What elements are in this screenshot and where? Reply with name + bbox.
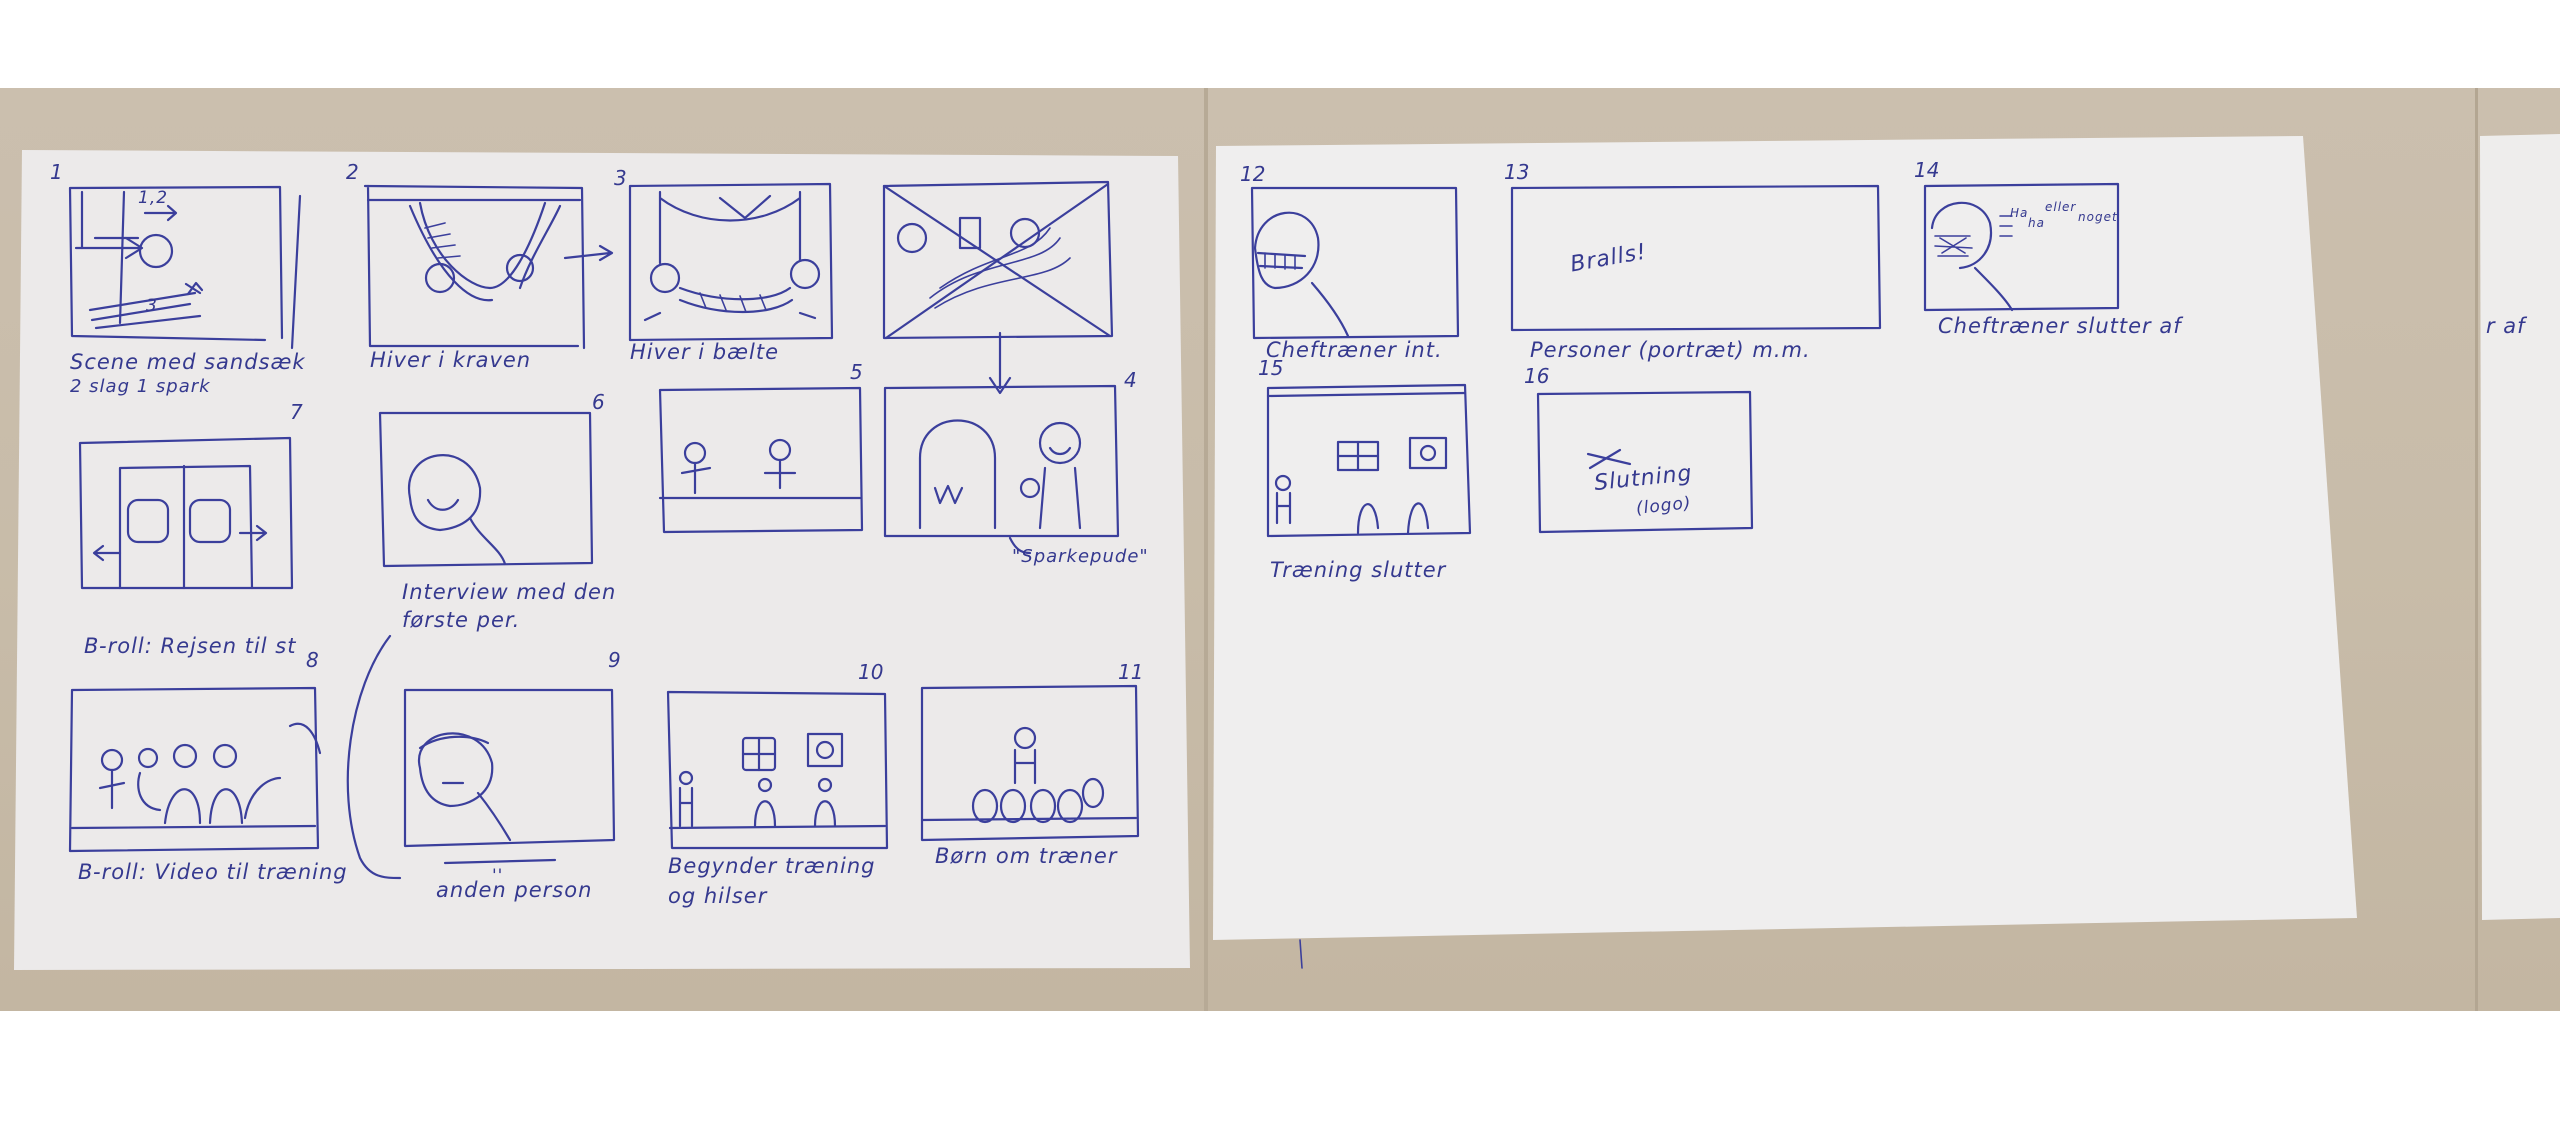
panel-14-inside-text: eller	[2045, 200, 2077, 214]
storyboard-sheets-drawing	[14, 134, 2560, 970]
panel-1-mark: 1,2	[138, 188, 169, 208]
panel-14-inside-text: noget	[2078, 210, 2118, 224]
panel-14-inside-text: ha	[2028, 216, 2045, 230]
panel-number: 5	[850, 360, 863, 384]
panel-number: 7	[290, 400, 303, 424]
panel-number: 14	[1914, 158, 1940, 182]
panel-caption: B-roll: Video til træning	[78, 860, 348, 884]
panel-number: 1	[50, 160, 63, 184]
sheet-seam	[1204, 88, 1208, 1011]
panel-caption: anden person	[436, 878, 593, 902]
panel-caption: Personer (portræt) m.m.	[1530, 338, 1811, 362]
panel-number: 3	[614, 166, 627, 190]
panel-caption: "Sparkepude"	[1012, 546, 1149, 567]
panel-caption: Børn om træner	[935, 844, 1118, 868]
panel-1-mark: 3	[146, 296, 158, 316]
panel-number: 13	[1504, 160, 1530, 184]
right-paper-sheet	[1213, 136, 2357, 940]
panel-caption: Hiver i bælte	[630, 340, 780, 364]
panel-caption: Cheftræner int.	[1266, 338, 1443, 362]
panel-number: 12	[1240, 162, 1266, 186]
panel-caption: B-roll: Rejsen til st	[84, 634, 297, 658]
panel-14-inside-text: Ha	[2010, 206, 2029, 220]
panel-number: 6	[592, 390, 605, 414]
panel-caption: Cheftræner slutter af	[1938, 314, 2182, 338]
panel-number: 4	[1124, 368, 1137, 392]
cut-off-caption: r af	[2486, 314, 2526, 338]
panel-number: 2	[346, 160, 359, 184]
panel-caption: Træning slutter	[1270, 558, 1447, 582]
panel-caption: og hilser	[668, 884, 768, 908]
panel-number: 9	[608, 648, 621, 672]
panel-number: 11	[1118, 660, 1144, 684]
panel-caption: første per.	[402, 608, 521, 632]
sheet-mark	[1299, 939, 1303, 969]
panel-caption: Hiver i kraven	[370, 348, 532, 372]
panel-caption: Begynder træning	[668, 854, 876, 878]
sheet-seam	[2475, 88, 2478, 1011]
panel-number: 8	[306, 648, 319, 672]
panel-caption: Scene med sandsæk	[70, 350, 306, 374]
panel-number: 10	[858, 660, 884, 684]
panel-caption: Interview med den	[402, 580, 617, 604]
panel-caption: 2 slag 1 spark	[70, 376, 211, 397]
storyboard-photo: 1 2 3 4 5 6 7 8 9 10 11 12 13 14 15 16 1…	[0, 88, 2560, 1011]
panel-number: 16	[1524, 364, 1550, 388]
partial-paper-sheet	[2480, 134, 2560, 920]
